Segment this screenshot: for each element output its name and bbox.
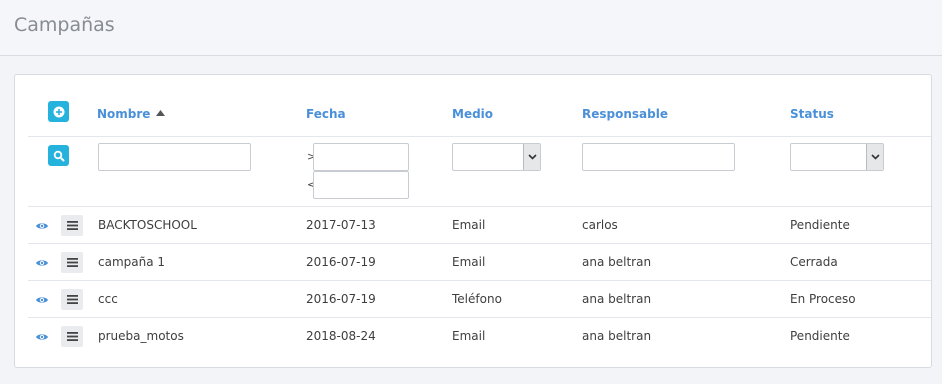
search-button[interactable] (48, 145, 69, 166)
cell-status: Cerrada (790, 255, 838, 269)
eye-icon[interactable] (35, 293, 49, 307)
plus-circle-icon (53, 106, 64, 117)
cell-nombre: ccc (98, 292, 118, 306)
cell-nombre: BACKTOSCHOOL (98, 218, 197, 232)
divider (28, 280, 931, 281)
nombre-filter-input[interactable] (98, 143, 251, 171)
cell-responsable: carlos (582, 218, 618, 232)
status-filter-select[interactable] (790, 143, 884, 171)
row-menu-button[interactable] (61, 215, 83, 236)
cell-fecha: 2018-08-24 (306, 329, 376, 343)
page-title: Campañas (14, 14, 115, 36)
cell-fecha: 2017-07-13 (306, 218, 376, 232)
row-menu-button[interactable] (61, 289, 83, 310)
column-header-fecha[interactable]: Fecha (306, 107, 346, 121)
cell-medio: Email (452, 218, 486, 232)
cell-nombre: campaña 1 (98, 255, 166, 269)
cell-nombre: prueba_motos (98, 329, 184, 343)
row-menu-button[interactable] (61, 252, 83, 273)
column-header-medio[interactable]: Medio (452, 107, 493, 121)
eye-icon[interactable] (35, 330, 49, 344)
fecha-from-input[interactable] (313, 143, 409, 171)
cell-medio: Email (452, 329, 486, 343)
row-menu-button[interactable] (61, 326, 83, 347)
column-header-responsable[interactable]: Responsable (582, 107, 668, 121)
responsable-filter-input[interactable] (582, 143, 735, 171)
cell-responsable: ana beltran (582, 292, 652, 306)
cell-fecha: 2016-07-19 (306, 292, 376, 306)
column-header-nombre-label: Nombre (97, 107, 151, 121)
status-select-arrow[interactable] (866, 144, 883, 170)
cell-responsable: ana beltran (582, 255, 652, 269)
medio-filter-select[interactable] (452, 143, 541, 171)
eye-icon[interactable] (35, 219, 49, 233)
hamburger-menu-icon (66, 332, 78, 341)
hamburger-menu-icon (66, 221, 78, 230)
page-header: Campañas (0, 0, 942, 56)
chevron-down-icon (870, 154, 880, 160)
cell-fecha: 2016-07-19 (306, 255, 376, 269)
cell-status: Pendiente (790, 329, 850, 343)
hamburger-menu-icon (66, 258, 78, 267)
chevron-down-icon (527, 154, 537, 160)
divider (28, 317, 931, 318)
cell-medio: Teléfono (452, 292, 502, 306)
hamburger-menu-icon (66, 295, 78, 304)
sort-up-icon (155, 110, 165, 116)
campaigns-panel: Nombre Fecha Medio Responsable Status > … (14, 74, 932, 368)
fecha-to-input[interactable] (313, 171, 409, 199)
divider (28, 136, 931, 137)
medio-select-arrow[interactable] (523, 144, 540, 170)
column-header-status[interactable]: Status (790, 107, 834, 121)
add-campaign-button[interactable] (48, 101, 69, 122)
divider (28, 243, 931, 244)
cell-status: Pendiente (790, 218, 850, 232)
search-icon (53, 150, 64, 161)
divider (28, 206, 931, 207)
column-header-nombre[interactable]: Nombre (97, 107, 165, 121)
cell-responsable: ana beltran (582, 329, 652, 343)
eye-icon[interactable] (35, 256, 49, 270)
cell-status: En Proceso (790, 292, 856, 306)
cell-medio: Email (452, 255, 486, 269)
